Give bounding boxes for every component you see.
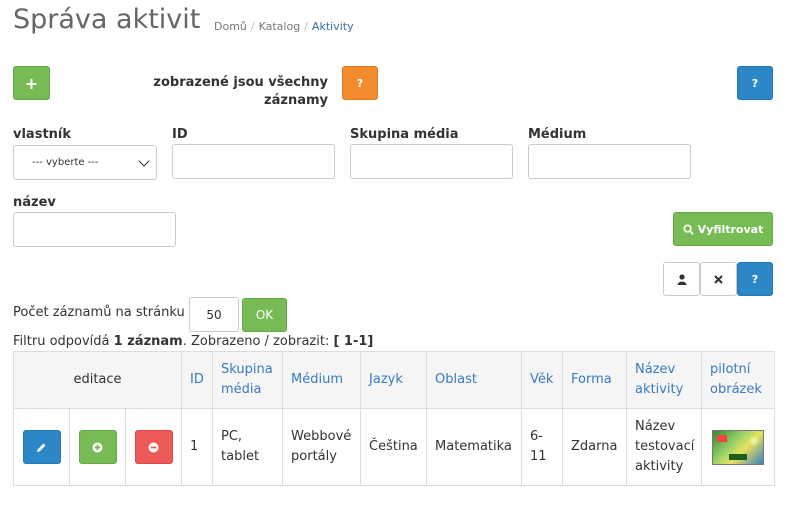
filter-button-label: Vyfiltrovat bbox=[697, 222, 764, 236]
ok-label: OK bbox=[255, 308, 274, 322]
per-page-ok-button[interactable]: OK bbox=[242, 298, 287, 332]
question-icon: ? bbox=[751, 76, 759, 90]
activities-table: editace ID Skupina média Médium Jazyk Ob… bbox=[12, 351, 776, 486]
delete-cell bbox=[124, 408, 183, 486]
header-area[interactable]: Oblast bbox=[426, 351, 523, 409]
header-edit: editace bbox=[12, 351, 183, 409]
header-name[interactable]: Název aktivity bbox=[626, 351, 703, 409]
close-icon bbox=[714, 274, 723, 284]
cell-media-group: PC, tablet bbox=[212, 408, 284, 486]
summary-prefix: Filtru odpovídá bbox=[13, 334, 110, 349]
page-title: Správa aktivit bbox=[13, 4, 201, 35]
header-age[interactable]: Věk bbox=[521, 351, 564, 409]
header-form[interactable]: Forma bbox=[562, 351, 628, 409]
add-cell bbox=[69, 408, 126, 486]
add-button[interactable]: + bbox=[13, 66, 50, 100]
table-header-row: editace ID Skupina média Médium Jazyk Ob… bbox=[12, 351, 776, 409]
list-help-button[interactable]: ? bbox=[737, 262, 773, 296]
cell-language: Čeština bbox=[360, 408, 428, 486]
breadcrumb-separator: / bbox=[250, 20, 255, 33]
search-icon bbox=[683, 223, 694, 235]
minus-circle-icon bbox=[148, 442, 159, 452]
summary-count: 1 záznam bbox=[113, 334, 183, 349]
filter-button[interactable]: Vyfiltrovat bbox=[673, 212, 773, 246]
question-icon: ? bbox=[751, 272, 759, 286]
cell-name: Název testovací aktivity bbox=[626, 408, 703, 486]
media-group-label: Skupina média bbox=[350, 127, 459, 142]
user-filter-button[interactable] bbox=[663, 262, 700, 296]
owner-select-value: --- vyberte --- bbox=[32, 157, 99, 168]
header-media[interactable]: Médium bbox=[282, 351, 362, 409]
summary-mid: . Zobrazeno / zobrazit: bbox=[182, 334, 330, 349]
table-row: 1 PC, tablet Webbové portály Čeština Mat… bbox=[13, 408, 776, 486]
delete-button[interactable] bbox=[134, 430, 173, 464]
user-icon bbox=[677, 273, 686, 285]
plus-icon: + bbox=[24, 73, 39, 93]
clear-filter-button[interactable] bbox=[700, 262, 737, 296]
header-image[interactable]: pilotní obrázek bbox=[701, 351, 776, 409]
breadcrumb-separator: / bbox=[304, 20, 308, 33]
plus-circle-icon bbox=[92, 442, 103, 452]
breadcrumb: Domů / Katalog / Aktivity bbox=[214, 20, 354, 33]
breadcrumb-home[interactable]: Domů bbox=[214, 20, 247, 33]
breadcrumb-catalog[interactable]: Katalog bbox=[259, 20, 301, 33]
media-group-input[interactable] bbox=[350, 144, 513, 179]
summary-range: [ 1-1] bbox=[333, 334, 374, 349]
owner-label: vlastník bbox=[13, 127, 72, 142]
media-input[interactable] bbox=[528, 144, 691, 179]
pencil-icon bbox=[37, 443, 46, 452]
per-page-label: Počet záznamů na stránku bbox=[13, 305, 185, 320]
cell-image bbox=[701, 408, 776, 486]
header-id[interactable]: ID bbox=[181, 351, 214, 409]
header-media-group[interactable]: Skupina média bbox=[212, 351, 284, 409]
owner-select[interactable]: --- vyberte --- bbox=[13, 145, 157, 180]
id-input[interactable] bbox=[172, 144, 335, 179]
id-label: ID bbox=[172, 127, 188, 142]
info-help-button[interactable]: ? bbox=[342, 66, 378, 100]
cell-media: Webbové portály bbox=[282, 408, 362, 486]
cell-form: Zdarna bbox=[562, 408, 628, 486]
edit-button[interactable] bbox=[22, 430, 61, 464]
filter-summary: Filtru odpovídá 1 záznam. Zobrazeno / zo… bbox=[13, 334, 373, 349]
chevron-down-icon bbox=[138, 154, 150, 167]
cell-age: 6-11 bbox=[521, 408, 564, 486]
add-copy-button[interactable] bbox=[78, 430, 117, 464]
cell-area: Matematika bbox=[426, 408, 523, 486]
page-help-button[interactable]: ? bbox=[737, 66, 773, 100]
header-language[interactable]: Jazyk bbox=[360, 351, 428, 409]
per-page-input[interactable] bbox=[189, 297, 239, 332]
name-input[interactable] bbox=[13, 212, 176, 247]
media-label: Médium bbox=[528, 127, 587, 142]
cell-id: 1 bbox=[181, 408, 214, 486]
name-label: název bbox=[13, 195, 56, 210]
edit-cell bbox=[13, 408, 70, 486]
breadcrumb-current: Aktivity bbox=[311, 20, 354, 33]
question-icon: ? bbox=[356, 76, 364, 90]
pilot-image-thumbnail[interactable] bbox=[712, 429, 765, 465]
records-info-text: zobrazené jsou všechny záznamy bbox=[153, 75, 328, 108]
